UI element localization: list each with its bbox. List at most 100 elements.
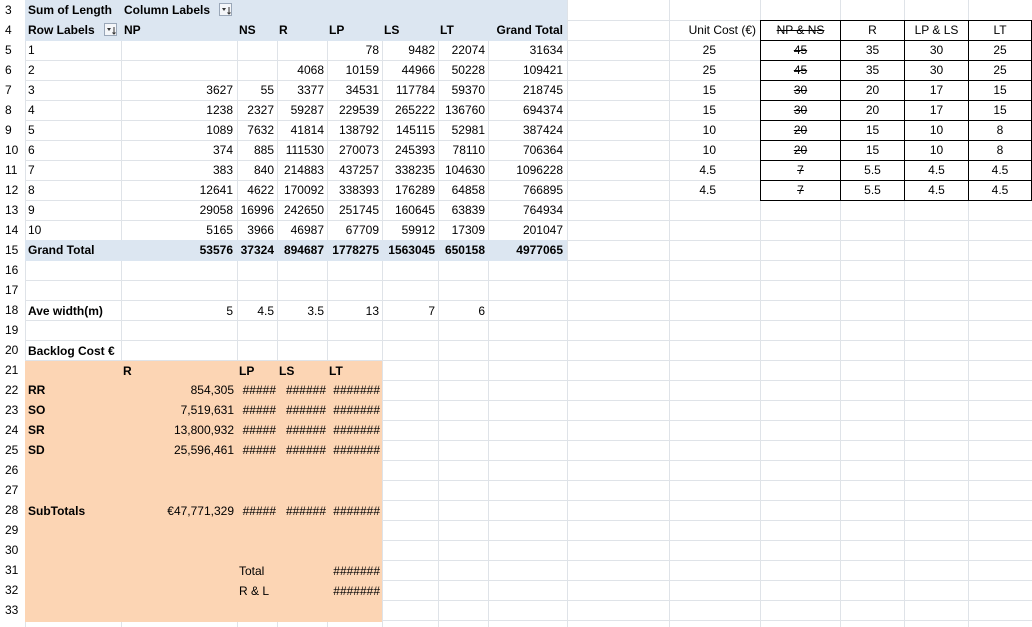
column-filter-icon[interactable]: [219, 3, 232, 16]
pivot-row-np[interactable]: 383: [121, 160, 233, 180]
pivot-row-lt[interactable]: 64858: [438, 180, 485, 200]
row-header-3[interactable]: 3: [0, 0, 25, 20]
pivot-row-label[interactable]: 2: [28, 60, 118, 80]
pivot-row-ls[interactable]: 265222: [382, 100, 435, 120]
pivot-row-ns[interactable]: 4622: [237, 180, 274, 200]
backlog-row-lp[interactable]: #####: [237, 400, 276, 420]
pivot-row-gt[interactable]: 31634: [488, 40, 563, 60]
row-header-19[interactable]: 19: [0, 320, 25, 340]
row-header-7[interactable]: 7: [0, 80, 25, 100]
backlog-row-ls[interactable]: ######: [277, 380, 326, 400]
pivot-row-gt[interactable]: 387424: [488, 120, 563, 140]
unit-cost-cell-uc[interactable]: 10: [669, 120, 716, 140]
pivot-row-label[interactable]: 8: [28, 180, 118, 200]
unit-cost-label[interactable]: Unit Cost (€): [669, 20, 756, 40]
row-header-18[interactable]: 18: [0, 300, 25, 320]
pivot-row-gt[interactable]: 766895: [488, 180, 563, 200]
pivot-row-label[interactable]: 10: [28, 220, 118, 240]
unit-cost-cell-lpls[interactable]: 30: [905, 40, 968, 60]
row-header-26[interactable]: 26: [0, 460, 25, 480]
unit-cost-header-lt[interactable]: LT: [969, 20, 1031, 40]
pivot-value-field[interactable]: Sum of Length: [28, 0, 120, 20]
pivot-row-lp[interactable]: 270073: [327, 140, 379, 160]
pivot-column-labels[interactable]: Column Labels: [124, 0, 216, 20]
row-header-21[interactable]: 21: [0, 360, 25, 380]
row-header-8[interactable]: 8: [0, 100, 25, 120]
row-header-16[interactable]: 16: [0, 260, 25, 280]
row-header-12[interactable]: 12: [0, 180, 25, 200]
pivot-row-ls[interactable]: 145115: [382, 120, 435, 140]
pivot-grand-total-lp[interactable]: 1778275: [327, 240, 379, 260]
unit-cost-cell-lt[interactable]: 25: [969, 60, 1031, 80]
backlog-row-label[interactable]: RR: [28, 380, 118, 400]
ave-width-lt[interactable]: 6: [438, 301, 485, 321]
unit-cost-header-npns[interactable]: NP & NS: [761, 20, 840, 40]
pivot-row-ls[interactable]: 59912: [382, 220, 435, 240]
unit-cost-cell-lpls[interactable]: 17: [905, 80, 968, 100]
backlog-total-value[interactable]: #######: [327, 561, 380, 581]
row-header-33[interactable]: 33: [0, 600, 25, 620]
unit-cost-cell-npns[interactable]: 20: [761, 120, 840, 140]
pivot-grand-total-np[interactable]: 53576: [121, 240, 233, 260]
pivot-row-ls[interactable]: 176289: [382, 180, 435, 200]
row-header-20[interactable]: 20: [0, 340, 25, 360]
ave-width-lp[interactable]: 13: [327, 301, 379, 321]
pivot-row-lp[interactable]: 34531: [327, 80, 379, 100]
pivot-row-r[interactable]: 4068: [277, 60, 324, 80]
pivot-row-gt[interactable]: 109421: [488, 60, 563, 80]
backlog-row-r[interactable]: 854,305: [121, 380, 234, 400]
row-header-10[interactable]: 10: [0, 140, 25, 160]
pivot-row-gt[interactable]: 694374: [488, 100, 563, 120]
spreadsheet-grid[interactable]: 3 4 5 6 7 8 9 10 11 12 13 14 15 16 17 18 19 20 21 22 23 24 25 2…: [0, 0, 1032, 627]
unit-cost-cell-lpls[interactable]: 4.5: [905, 180, 968, 200]
unit-cost-cell-npns[interactable]: 7: [761, 160, 840, 180]
pivot-row-lt[interactable]: 63839: [438, 200, 485, 220]
row-header-30[interactable]: 30: [0, 540, 25, 560]
pivot-row-label[interactable]: 3: [28, 80, 118, 100]
unit-cost-cell-lpls[interactable]: 4.5: [905, 160, 968, 180]
pivot-row-lp[interactable]: 10159: [327, 60, 379, 80]
pivot-row-gt[interactable]: 1096228: [488, 160, 563, 180]
backlog-row-label[interactable]: SO: [28, 400, 118, 420]
unit-cost-cell-lt[interactable]: 4.5: [969, 160, 1031, 180]
row-header-15[interactable]: 15: [0, 240, 25, 260]
backlog-row-lt[interactable]: #######: [327, 440, 380, 460]
pivot-row-np[interactable]: [121, 40, 233, 60]
pivot-row-label[interactable]: 6: [28, 140, 118, 160]
backlog-row-ls[interactable]: ######: [277, 440, 326, 460]
backlog-subtotals-lp[interactable]: #####: [237, 501, 276, 521]
pivot-row-label[interactable]: 1: [28, 40, 118, 60]
unit-cost-cell-lt[interactable]: 8: [969, 140, 1031, 160]
pivot-row-lt[interactable]: 136760: [438, 100, 485, 120]
unit-cost-cell-lpls[interactable]: 17: [905, 100, 968, 120]
pivot-row-ns[interactable]: 55: [237, 80, 274, 100]
unit-cost-cell-uc[interactable]: 10: [669, 140, 716, 160]
pivot-row-lp[interactable]: 78: [327, 40, 379, 60]
pivot-row-np[interactable]: 5165: [121, 220, 233, 240]
pivot-grand-total-lt[interactable]: 650158: [438, 240, 485, 260]
unit-cost-cell-npns[interactable]: 45: [761, 60, 840, 80]
backlog-row-r[interactable]: 13,800,932: [121, 420, 234, 440]
pivot-row-lp[interactable]: 229539: [327, 100, 379, 120]
pivot-row-gt[interactable]: 218745: [488, 80, 563, 100]
backlog-rl-label[interactable]: R & L: [239, 581, 275, 601]
unit-cost-cell-lt[interactable]: 15: [969, 100, 1031, 120]
pivot-row-ns[interactable]: 3966: [237, 220, 274, 240]
ave-width-np[interactable]: 5: [121, 301, 233, 321]
pivot-grand-total-ls[interactable]: 1563045: [382, 240, 435, 260]
backlog-row-ls[interactable]: ######: [277, 400, 326, 420]
row-filter-icon[interactable]: [104, 23, 117, 36]
unit-cost-header-r[interactable]: R: [841, 20, 904, 40]
pivot-row-np[interactable]: 374: [121, 140, 233, 160]
pivot-row-r[interactable]: [277, 40, 324, 60]
pivot-row-lt[interactable]: 52981: [438, 120, 485, 140]
pivot-row-np[interactable]: 3627: [121, 80, 233, 100]
pivot-row-ns[interactable]: 7632: [237, 120, 274, 140]
unit-cost-cell-lpls[interactable]: 30: [905, 60, 968, 80]
backlog-row-lt[interactable]: #######: [327, 400, 380, 420]
pivot-row-r[interactable]: 41814: [277, 120, 324, 140]
pivot-row-r[interactable]: 214883: [277, 160, 324, 180]
row-header-5[interactable]: 5: [0, 40, 25, 60]
backlog-subtotals-r[interactable]: €47,771,329: [121, 501, 234, 521]
backlog-rl-value[interactable]: #######: [327, 581, 380, 601]
